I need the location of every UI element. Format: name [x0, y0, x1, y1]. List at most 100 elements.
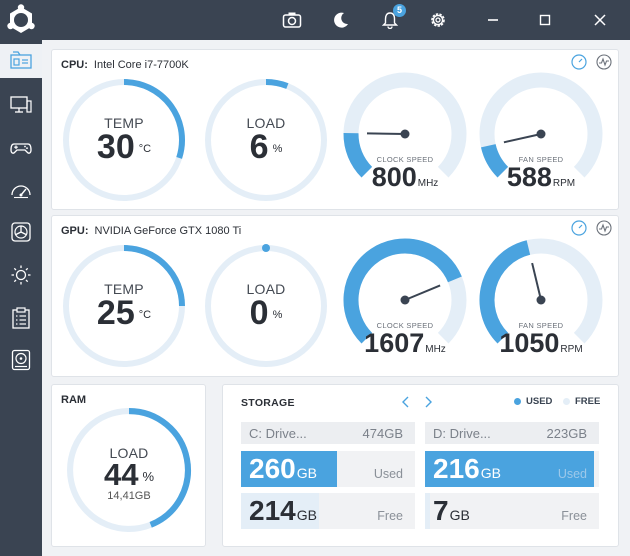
- legend-used: USED: [514, 396, 552, 407]
- cpu-device-name: Intel Core i7-7700K: [93, 59, 189, 71]
- drive-d-used-number: 216: [433, 453, 480, 484]
- gpu-clock-gauge: CLOCK SPEED 1607MHz: [343, 238, 467, 372]
- minimize-icon[interactable]: [481, 8, 505, 32]
- gpu-label: GPU: NVIDIA GeForce GTX 1080 Ti: [61, 225, 241, 237]
- legend-free-dot: [563, 398, 570, 405]
- cpu-clock-value: 800MHz: [343, 162, 467, 193]
- gpu-temp-number: 25: [96, 294, 135, 332]
- drive-d-size: 223GB: [546, 426, 587, 441]
- ring-start-dot: [262, 244, 270, 252]
- sidebar: [0, 40, 42, 556]
- cpu-clock-number: 800: [371, 162, 417, 192]
- gpu-temp-value: 25 °C: [62, 294, 186, 333]
- drive-d-name: D: Drive...: [433, 426, 491, 441]
- notification-badge: 5: [393, 4, 406, 17]
- drive-c-used-number: 260: [249, 453, 296, 484]
- ram-label: RAM: [61, 394, 87, 406]
- fan-icon: [11, 222, 31, 242]
- gamepad-icon: [10, 143, 32, 154]
- drive-d-used-value: 216GB: [433, 453, 501, 485]
- maximize-icon[interactable]: [533, 8, 557, 32]
- gpu-clock-icon[interactable]: [571, 220, 587, 236]
- cpu-temp-value: 30 °C: [62, 128, 186, 167]
- disk-icon: [11, 349, 31, 371]
- ram-load-value: 44%: [66, 457, 192, 493]
- sidebar-item-performance[interactable]: [0, 173, 42, 207]
- storage-title: STORAGE: [241, 397, 295, 409]
- gpu-load-unit: %: [272, 309, 283, 322]
- ram-panel: RAM LOAD 44% 14,41GB: [51, 384, 206, 547]
- gauge-needle: [404, 284, 441, 301]
- gpu-clock-number: 1607: [364, 328, 425, 358]
- drive-c-free-value: 214GB: [249, 495, 317, 527]
- drive-d-free-value: 7GB: [433, 495, 470, 527]
- legend-used-dot: [514, 398, 521, 405]
- ram-load-ring: LOAD 44% 14,41GB: [66, 407, 192, 533]
- gauge-needle: [531, 262, 542, 301]
- cpu-fan-gauge: FAN SPEED 588RPM: [479, 72, 603, 206]
- drive-c-size: 474GB: [362, 426, 403, 441]
- ram-load-number: 44: [103, 457, 139, 492]
- legend-free: FREE: [563, 396, 600, 407]
- cpu-fan-unit: RPM: [552, 178, 576, 189]
- cpu-graph-icon[interactable]: [596, 54, 612, 70]
- gpu-load-value: 0%: [204, 294, 328, 333]
- cpu-fan-value: 588RPM: [479, 162, 603, 193]
- ram-load-unit: %: [142, 469, 155, 485]
- gpu-label-text: GPU:: [61, 225, 89, 237]
- drive-d-free-unit: GB: [449, 507, 470, 523]
- cpu-temp-ring: TEMP 30 °C: [62, 78, 186, 202]
- gauge-hub: [400, 129, 410, 139]
- legend-used-label: USED: [526, 396, 553, 407]
- cpu-load-number: 6: [249, 128, 269, 166]
- sidebar-item-cooling[interactable]: [0, 215, 42, 249]
- bell-icon[interactable]: 5: [378, 4, 406, 32]
- gpu-graph-icon[interactable]: [596, 220, 612, 236]
- drive-d-used-unit: GB: [480, 465, 501, 481]
- drive-c-used-value: 260GB: [249, 453, 317, 485]
- gear-icon[interactable]: [426, 8, 450, 32]
- drive-d-header[interactable]: D: Drive... 223GB: [425, 422, 599, 444]
- gpu-fan-number: 1050: [499, 328, 560, 358]
- gpu-fan-value: 1050RPM: [479, 328, 603, 359]
- dashboard-icon: [10, 51, 32, 69]
- screenshot-icon[interactable]: [280, 8, 304, 32]
- gauge-hub: [536, 129, 546, 139]
- drive-c-header[interactable]: C: Drive... 474GB: [241, 422, 415, 444]
- chevron-left-icon[interactable]: [399, 394, 413, 410]
- drive-d-used-bar: 216GB Used: [425, 451, 599, 487]
- moon-icon[interactable]: [329, 8, 353, 32]
- cpu-clock-icon[interactable]: [571, 54, 587, 70]
- close-icon[interactable]: [588, 8, 612, 32]
- gpu-panel: GPU: NVIDIA GeForce GTX 1080 Ti TEMP 25 °C…: [51, 215, 619, 377]
- gpu-clock-value: 1607MHz: [343, 328, 467, 359]
- drive-d-used-label: Used: [557, 467, 587, 481]
- clipboard-icon: [12, 307, 30, 329]
- gauge-hub: [536, 295, 546, 305]
- cpu-load-value: 6%: [204, 128, 328, 167]
- chevron-right-icon[interactable]: [421, 394, 435, 410]
- drive-c-free-number: 214: [249, 495, 296, 526]
- gauge-needle: [503, 133, 542, 144]
- gauge-needle: [366, 132, 406, 135]
- drive-d-free-label: Free: [561, 509, 587, 523]
- sidebar-item-games[interactable]: [0, 131, 42, 165]
- sidebar-item-reports[interactable]: [0, 301, 42, 335]
- drive-d-free-fill: [425, 493, 431, 529]
- cpu-temp-unit: °C: [138, 143, 152, 156]
- cpu-clock-unit: MHz: [417, 178, 439, 189]
- drive-c-name: C: Drive...: [249, 426, 307, 441]
- drive-d-free-number: 7: [433, 495, 449, 526]
- sidebar-item-storage[interactable]: [0, 343, 42, 377]
- ring-fill: [265, 79, 289, 89]
- ram-used-amount: 14,41GB: [107, 490, 151, 502]
- cpu-label: CPU: Intel Core i7-7700K: [61, 59, 189, 71]
- gpu-load-number: 0: [249, 294, 269, 332]
- sidebar-item-lighting[interactable]: [0, 258, 42, 292]
- speedometer-icon: [11, 185, 31, 199]
- sidebar-item-dashboard[interactable]: [0, 44, 42, 78]
- drive-c-used-unit: GB: [296, 465, 317, 481]
- logo-icon: [4, 3, 38, 37]
- sidebar-item-computer[interactable]: [0, 88, 42, 122]
- cpu-panel: CPU: Intel Core i7-7700K TEMP 30 °C LOAD 6…: [51, 49, 619, 210]
